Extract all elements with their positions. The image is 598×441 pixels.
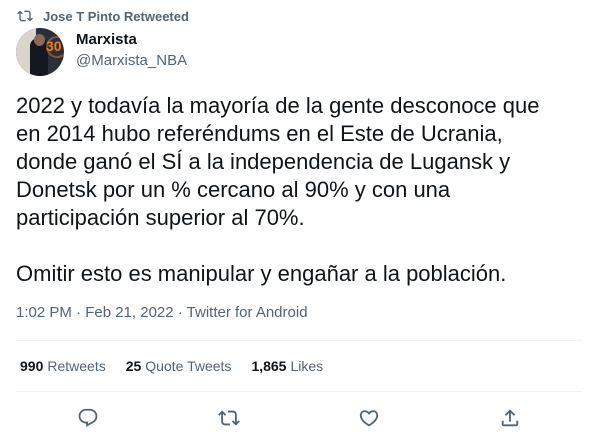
retweet-icon (218, 410, 240, 426)
tweet-paragraph-1: 2022 y todavía la mayoría de la gente de… (16, 93, 540, 230)
author-name[interactable]: Marxista (76, 31, 137, 48)
quote-tweets-stat[interactable]: 25 Quote Tweets (126, 358, 232, 374)
reply-icon (78, 408, 98, 427)
quote-tweets-count: 25 (125, 358, 142, 374)
tweet-text: 2022 y todavía la mayoría de la gente de… (16, 92, 586, 288)
action-bar (0, 400, 598, 436)
avatar[interactable]: 30 (16, 28, 64, 76)
retweets-label: Retweets (47, 358, 106, 374)
tweet-stats: 990 Retweets 25 Quote Tweets 1,865 Likes (20, 358, 343, 374)
like-button[interactable] (357, 406, 381, 430)
retweet-button[interactable] (217, 406, 241, 430)
reply-button[interactable] (76, 406, 100, 430)
retweeted-by-label: Jose T Pinto Retweeted (43, 8, 189, 24)
retweeted-by-bar[interactable]: Jose T Pinto Retweeted (17, 7, 189, 25)
retweets-stat[interactable]: 990 Retweets (20, 358, 106, 374)
heart-icon (359, 410, 379, 427)
likes-stat[interactable]: 1,865 Likes (251, 358, 323, 374)
avatar-number: 30 (46, 38, 62, 54)
retweets-count: 990 (20, 358, 44, 374)
likes-label: Likes (290, 358, 324, 374)
retweet-icon (17, 10, 33, 22)
tweet-timestamp[interactable]: 1:02 PM · Feb 21, 2022 · Twitter for And… (16, 304, 308, 321)
likes-count: 1,865 (251, 358, 287, 374)
share-button[interactable] (498, 406, 522, 430)
tweet-paragraph-2: Omitir esto es manipular y engañar a la … (16, 261, 507, 286)
quote-tweets-label: Quote Tweets (145, 358, 232, 374)
author-handle[interactable]: @Marxista_NBA (76, 52, 187, 69)
divider (16, 391, 582, 392)
divider (16, 340, 582, 341)
share-icon (501, 409, 519, 427)
